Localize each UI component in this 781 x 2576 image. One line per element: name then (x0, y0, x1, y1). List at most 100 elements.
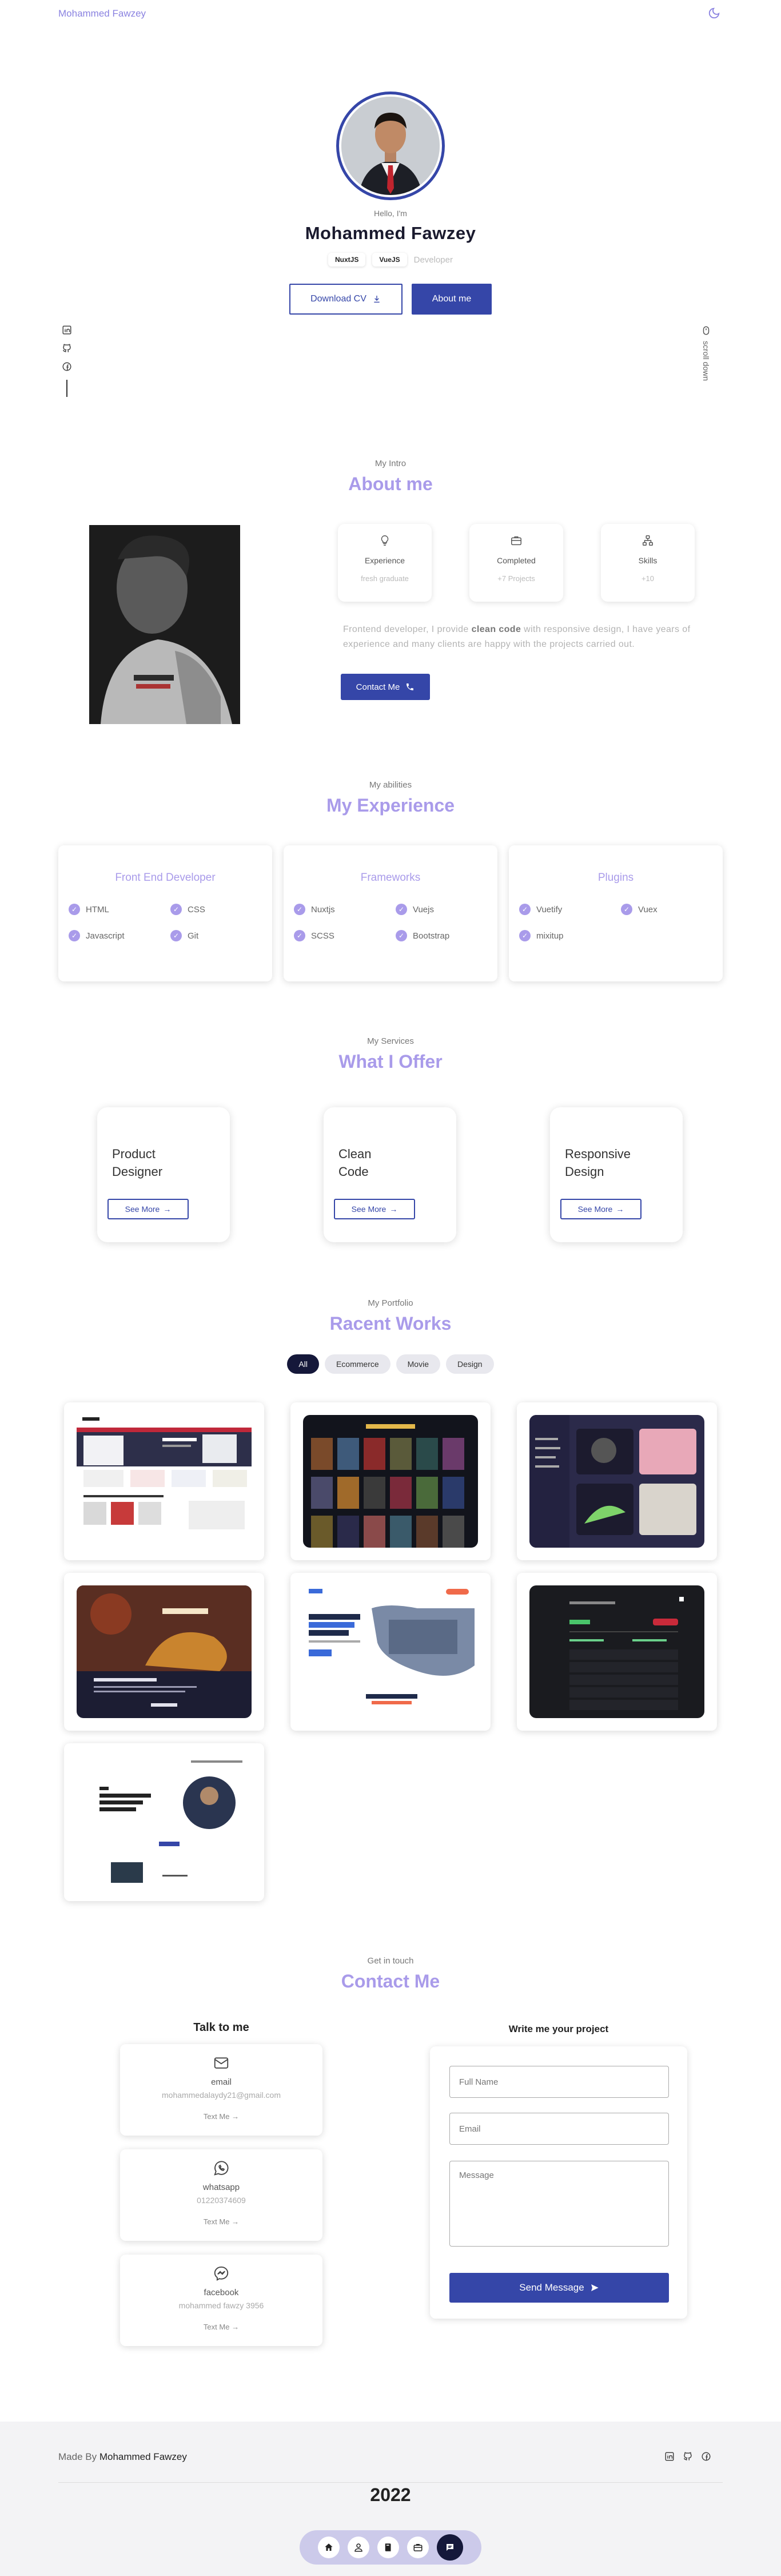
skill-item: ✓ Vuetify (519, 904, 621, 915)
write-project-heading: Write me your project (508, 2024, 609, 2034)
facebook-icon[interactable] (62, 361, 72, 372)
full-name-input[interactable] (449, 2066, 669, 2098)
experience-card-frameworks: Frameworks ✓ Nuxtjs ✓ Vuejs ✓ SCSS ✓ Bootstr… (284, 845, 497, 981)
skill-label: Vuetify (536, 904, 563, 915)
text-me-link[interactable]: Text Me → (120, 2112, 322, 2121)
text-me-link[interactable]: Text Me → (120, 2217, 322, 2226)
download-icon (372, 295, 381, 304)
work-thumbnail (529, 1415, 704, 1548)
contact-method-name: facebook (204, 2288, 239, 2297)
offer-title-line: Designer (112, 1164, 163, 1179)
network-icon (641, 534, 654, 547)
scroll-down-label: scroll down (702, 341, 711, 381)
work-thumbnail (77, 1585, 252, 1718)
hero-buttons: Download CV About me (0, 284, 781, 315)
skill-item: ✓ Bootstrap (396, 930, 497, 941)
check-icon: ✓ (396, 904, 407, 915)
about-me-button[interactable]: About me (412, 284, 492, 315)
about-desc-text: Frontend developer, I provide (343, 625, 472, 634)
see-more-button[interactable]: See More → (107, 1199, 189, 1219)
text-me-link[interactable]: Text Me → (120, 2323, 322, 2331)
check-icon: ✓ (294, 904, 305, 915)
see-more-button[interactable]: See More → (560, 1199, 641, 1219)
stat-value: +10 (641, 574, 655, 583)
email-input[interactable] (449, 2113, 669, 2145)
moon-icon[interactable] (708, 7, 720, 19)
download-cv-button[interactable]: Download CV (289, 284, 403, 315)
portfolio-filters: All Ecommerce Movie Design (0, 1354, 781, 1374)
mouse-icon (701, 325, 711, 336)
experience-title: My Experience (326, 795, 455, 816)
home-icon[interactable] (318, 2537, 340, 2558)
check-icon: ✓ (519, 904, 531, 915)
skill-item: ✓ mixitup (519, 930, 621, 941)
contact-title: Contact Me (341, 1971, 440, 1991)
see-more-button[interactable]: See More → (334, 1199, 415, 1219)
experience-subtitle: My abilities (369, 780, 412, 790)
facebook-icon[interactable] (701, 2451, 711, 2462)
see-more-label: See More (351, 1204, 386, 1214)
skill-item: ✓ SCSS (294, 930, 396, 941)
briefcase-icon[interactable] (407, 2537, 429, 2558)
avatar-photo (341, 97, 440, 195)
work-card-agency-landing[interactable] (290, 1573, 491, 1731)
stat-label: Experience (364, 556, 405, 565)
github-icon[interactable] (683, 2451, 693, 2462)
offer-title: What I Offer (338, 1051, 443, 1072)
filter-all[interactable]: All (287, 1354, 319, 1374)
stat-card-experience: Experience fresh graduate (338, 524, 432, 602)
chat-icon[interactable] (437, 2534, 463, 2561)
skill-label: Bootstrap (413, 931, 450, 941)
github-icon[interactable] (62, 343, 72, 353)
skill-label: Git (188, 931, 199, 941)
hero-tags: NuxtJS VueJS Developer (0, 253, 781, 267)
about-desc-bold: clean code (471, 625, 521, 634)
work-card-personal-portfolio[interactable] (64, 1743, 264, 1901)
user-icon[interactable] (348, 2537, 369, 2558)
arrow-right-icon: → (232, 2323, 240, 2331)
experience-card-title: Frameworks (360, 872, 421, 884)
filter-design[interactable]: Design (446, 1354, 494, 1374)
skill-label: Nuxtjs (311, 904, 335, 915)
contact-me-button[interactable]: Contact Me (341, 674, 430, 700)
send-message-label: Send Message (519, 2282, 584, 2293)
skill-label: CSS (188, 904, 205, 915)
experience-card-plugins: Plugins ✓ Vuetify ✓ Vuex ✓ mixitup (509, 845, 723, 981)
bottom-nav-dock (300, 2530, 481, 2565)
arrow-right-icon: → (616, 1204, 624, 1214)
work-thumbnail (303, 1415, 478, 1548)
stat-label: Skills (638, 556, 658, 565)
skill-item: ✓ Vuejs (396, 904, 497, 915)
linkedin-icon[interactable] (62, 325, 72, 335)
about-description: Frontend developer, I provide clean code… (343, 622, 716, 652)
see-more-label: See More (577, 1204, 613, 1214)
offer-title-line: Clean (338, 1147, 372, 1161)
filter-movie[interactable]: Movie (396, 1354, 440, 1374)
book-icon[interactable] (377, 2537, 399, 2558)
skill-label: Vuex (638, 904, 658, 915)
filter-ecommerce[interactable]: Ecommerce (324, 1354, 390, 1374)
stat-value: +7 Projects (497, 574, 535, 583)
contact-card-whatsapp: whatsapp 01220374609 Text Me → (120, 2149, 322, 2241)
message-textarea[interactable] (449, 2161, 669, 2247)
text-me-label: Text Me (203, 2217, 230, 2226)
work-card-popular-movies[interactable] (290, 1402, 491, 1560)
work-card-nft-dashboard[interactable] (517, 1402, 717, 1560)
check-icon: ✓ (170, 930, 182, 941)
work-card-todo-app[interactable] (517, 1573, 717, 1731)
site-logo[interactable]: Mohammed Fawzey (58, 8, 146, 19)
work-card-restaurant[interactable] (64, 1573, 264, 1731)
work-thumbnail (303, 1585, 478, 1718)
scroll-down-hint[interactable]: scroll down (701, 325, 711, 381)
check-icon: ✓ (396, 930, 407, 941)
work-thumbnail (529, 1585, 704, 1718)
send-message-button[interactable]: Send Message (449, 2273, 669, 2303)
linkedin-icon[interactable] (664, 2451, 675, 2462)
tag-nuxtjs: NuxtJS (328, 253, 366, 267)
contact-card-facebook: facebook mohammed fawzy 3956 Text Me → (120, 2255, 322, 2346)
work-card-ecommerce-shop[interactable] (64, 1402, 264, 1560)
contact-method-detail: mohammedalaydy21@gmail.com (162, 2090, 281, 2100)
skill-label: mixitup (536, 931, 564, 941)
skill-label: SCSS (311, 931, 334, 941)
work-thumbnail (77, 1756, 252, 1889)
